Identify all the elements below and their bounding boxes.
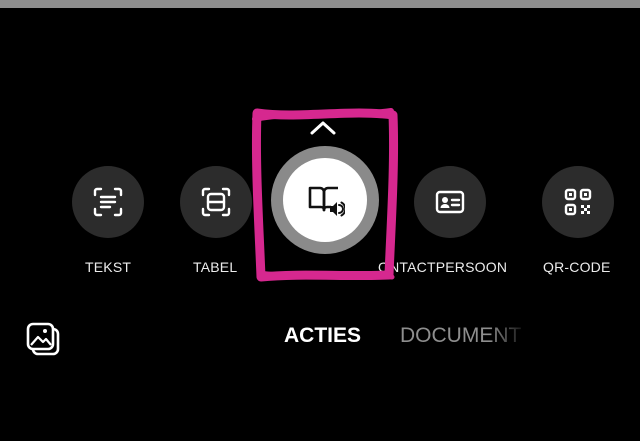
- highlight-annotation: [251, 108, 399, 282]
- top-edge-strip: [0, 0, 640, 8]
- mode-qr-button[interactable]: [542, 166, 614, 238]
- mode-qr-label: QR-CODE: [543, 259, 611, 275]
- tab-acties[interactable]: ACTIES: [284, 324, 361, 348]
- gallery-icon[interactable]: [24, 320, 62, 358]
- tab-document[interactable]: DOCUMENT: [400, 324, 528, 348]
- table-scan-icon: [201, 187, 231, 217]
- mode-contact-button[interactable]: [414, 166, 486, 238]
- mode-table-button[interactable]: [180, 166, 252, 238]
- text-scan-icon: [93, 187, 123, 217]
- qr-code-icon: [564, 188, 592, 216]
- contact-card-icon: [435, 190, 465, 214]
- mode-text-label: TEKST: [85, 259, 132, 275]
- mode-table-label: TABEL: [193, 259, 238, 275]
- mode-text-button[interactable]: [72, 166, 144, 238]
